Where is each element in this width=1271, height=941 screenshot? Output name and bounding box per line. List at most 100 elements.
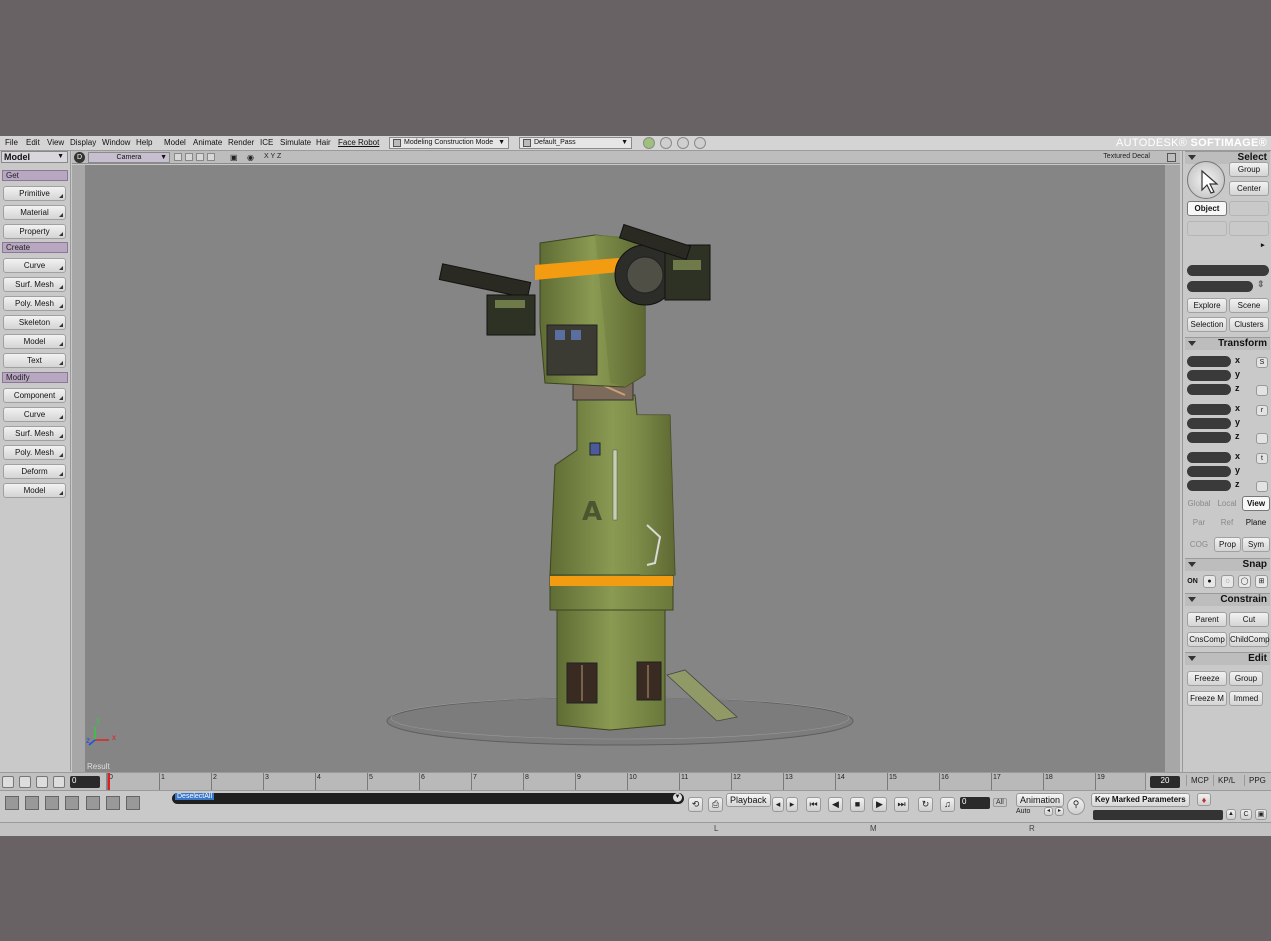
- filter-arrows-icon[interactable]: ⇕: [1257, 279, 1265, 290]
- layout-top-icon[interactable]: [25, 796, 39, 810]
- rotate-z-field[interactable]: [1187, 432, 1231, 443]
- create-model-button[interactable]: Model: [3, 334, 66, 349]
- key-icon[interactable]: ⎙: [708, 797, 723, 812]
- tab-ppg[interactable]: PPG: [1244, 775, 1270, 786]
- cnscomp-button[interactable]: CnsComp: [1187, 632, 1227, 647]
- select-empty-slot-1[interactable]: [1229, 201, 1269, 216]
- animation-menu[interactable]: Animation: [1016, 793, 1065, 807]
- create-surf-mesh-button[interactable]: Surf. Mesh: [3, 277, 66, 292]
- menu-view[interactable]: View: [47, 138, 64, 147]
- lock-icon[interactable]: ▣: [1255, 809, 1267, 820]
- all-frames-button[interactable]: All: [993, 798, 1007, 807]
- selection-button[interactable]: Selection: [1187, 317, 1227, 332]
- prev-key-arrow-icon[interactable]: ◂: [1044, 807, 1053, 816]
- layout-icon[interactable]: [2, 776, 14, 788]
- tab-kpl[interactable]: KP/L: [1213, 775, 1239, 786]
- snap-point-icon[interactable]: ●: [1203, 575, 1216, 588]
- get-material-button[interactable]: Material: [3, 205, 66, 220]
- snap-on-toggle[interactable]: ON: [1186, 575, 1199, 588]
- get-primitive-button[interactable]: Primitive: [3, 186, 66, 201]
- menu-animate[interactable]: Animate: [193, 138, 222, 147]
- create-curve-button[interactable]: Curve: [3, 258, 66, 273]
- camera-select[interactable]: Camera ▼: [88, 152, 170, 163]
- clusters-button[interactable]: Clusters: [1229, 317, 1269, 332]
- constrain-header[interactable]: Constrain: [1185, 593, 1270, 606]
- select-empty-slot-3[interactable]: [1229, 221, 1269, 236]
- prev-key-icon[interactable]: ◂: [772, 797, 784, 812]
- menu-hair[interactable]: Hair: [316, 138, 331, 147]
- layout-split-icon[interactable]: [106, 796, 120, 810]
- viewport-toggle-1[interactable]: [174, 153, 182, 161]
- scale-x-field[interactable]: [1187, 356, 1231, 367]
- snap-surface-icon[interactable]: ◯: [1238, 575, 1251, 588]
- rotate-lock-icon[interactable]: [1256, 433, 1268, 444]
- scene-button[interactable]: Scene: [1229, 298, 1269, 313]
- select-object-button[interactable]: Object: [1187, 201, 1227, 216]
- keying-set-dropdown-icon[interactable]: ▲: [1226, 809, 1236, 820]
- playhead[interactable]: [108, 773, 110, 791]
- freeze-m-button[interactable]: Freeze M: [1187, 691, 1227, 706]
- menu-simulate[interactable]: Simulate: [280, 138, 311, 147]
- last-frame-icon[interactable]: ⏭: [894, 797, 909, 812]
- render-region-icon[interactable]: [643, 137, 655, 149]
- snap-header[interactable]: Snap: [1185, 558, 1270, 571]
- snap-grid-icon[interactable]: ⊞: [1255, 575, 1268, 588]
- immed-button[interactable]: Immed: [1229, 691, 1263, 706]
- audio-icon[interactable]: ♫: [940, 797, 955, 812]
- eye-icon[interactable]: ◉: [247, 153, 254, 162]
- scale-z-field[interactable]: [1187, 384, 1231, 395]
- par-button[interactable]: Par: [1185, 515, 1213, 530]
- expand-arrow-icon[interactable]: ▸: [1261, 241, 1265, 249]
- marked-parameters-icon[interactable]: ♦: [1197, 793, 1211, 806]
- layout-bottom-icon[interactable]: [45, 796, 59, 810]
- menu-render[interactable]: Render: [228, 138, 254, 147]
- create-text-button[interactable]: Text: [3, 353, 66, 368]
- get-property-button[interactable]: Property: [3, 224, 66, 239]
- end-frame-field[interactable]: 20: [1150, 776, 1180, 788]
- translate-lock-icon[interactable]: [1256, 481, 1268, 492]
- prev-frame-icon[interactable]: ◀: [828, 797, 843, 812]
- timeline-ruler[interactable]: 0 1 2 3 4 5 6 7 8 9 10 11 12 13 14 15 16 17 18 19: [106, 773, 1146, 791]
- keying-set-field[interactable]: [1093, 810, 1223, 820]
- translate-tool-icon[interactable]: t: [1256, 453, 1268, 464]
- layout-one-icon[interactable]: [126, 796, 140, 810]
- modify-poly-mesh-button[interactable]: Poly. Mesh: [3, 445, 66, 460]
- ref-button[interactable]: Ref: [1213, 515, 1241, 530]
- start-frame-field[interactable]: 0: [70, 776, 100, 788]
- menu-model[interactable]: Model: [164, 138, 186, 147]
- rotate-tool-icon[interactable]: r: [1256, 405, 1268, 416]
- edit-header[interactable]: Edit: [1185, 652, 1270, 665]
- modify-surf-mesh-button[interactable]: Surf. Mesh: [3, 426, 66, 441]
- local-button[interactable]: Local: [1213, 496, 1241, 511]
- viewport-toggle-4[interactable]: [207, 153, 215, 161]
- translate-x-field[interactable]: [1187, 452, 1231, 463]
- freeze-button[interactable]: Freeze: [1187, 671, 1227, 686]
- axes-toggle[interactable]: X Y Z: [264, 153, 281, 160]
- next-key-icon[interactable]: ▸: [786, 797, 798, 812]
- explore-button[interactable]: Explore: [1187, 298, 1227, 313]
- current-frame-field[interactable]: 0: [960, 797, 990, 809]
- camera-icon[interactable]: ▣: [230, 153, 238, 162]
- 3d-viewport[interactable]: A y x z Result: [85, 165, 1165, 773]
- scale-y-field[interactable]: [1187, 370, 1231, 381]
- maximize-icon[interactable]: [1167, 153, 1176, 162]
- plane-button[interactable]: Plane: [1242, 515, 1270, 530]
- section-create[interactable]: Create: [2, 242, 68, 253]
- prop-button[interactable]: Prop: [1214, 537, 1241, 552]
- viewport-menu-button[interactable]: D: [74, 152, 85, 163]
- auto-key-toggle[interactable]: Auto: [1016, 808, 1030, 815]
- toolbar-switcher[interactable]: Model ▼: [1, 151, 68, 163]
- edit-group-button[interactable]: Group: [1229, 671, 1263, 686]
- chevron-down-icon[interactable]: ▼: [673, 793, 682, 802]
- select-empty-slot-2[interactable]: [1187, 221, 1227, 236]
- scale-tool-icon[interactable]: S: [1256, 357, 1268, 368]
- snap-curve-icon[interactable]: ◌: [1221, 575, 1234, 588]
- select-center-button[interactable]: Center: [1229, 181, 1269, 196]
- render-preview-icon[interactable]: [660, 137, 672, 149]
- rotate-x-field[interactable]: [1187, 404, 1231, 415]
- section-get[interactable]: Get: [2, 170, 68, 181]
- selection-name-field[interactable]: [1187, 265, 1269, 276]
- brush-icon[interactable]: [19, 776, 31, 788]
- translate-z-field[interactable]: [1187, 480, 1231, 491]
- script-icon[interactable]: ⟲: [688, 797, 703, 812]
